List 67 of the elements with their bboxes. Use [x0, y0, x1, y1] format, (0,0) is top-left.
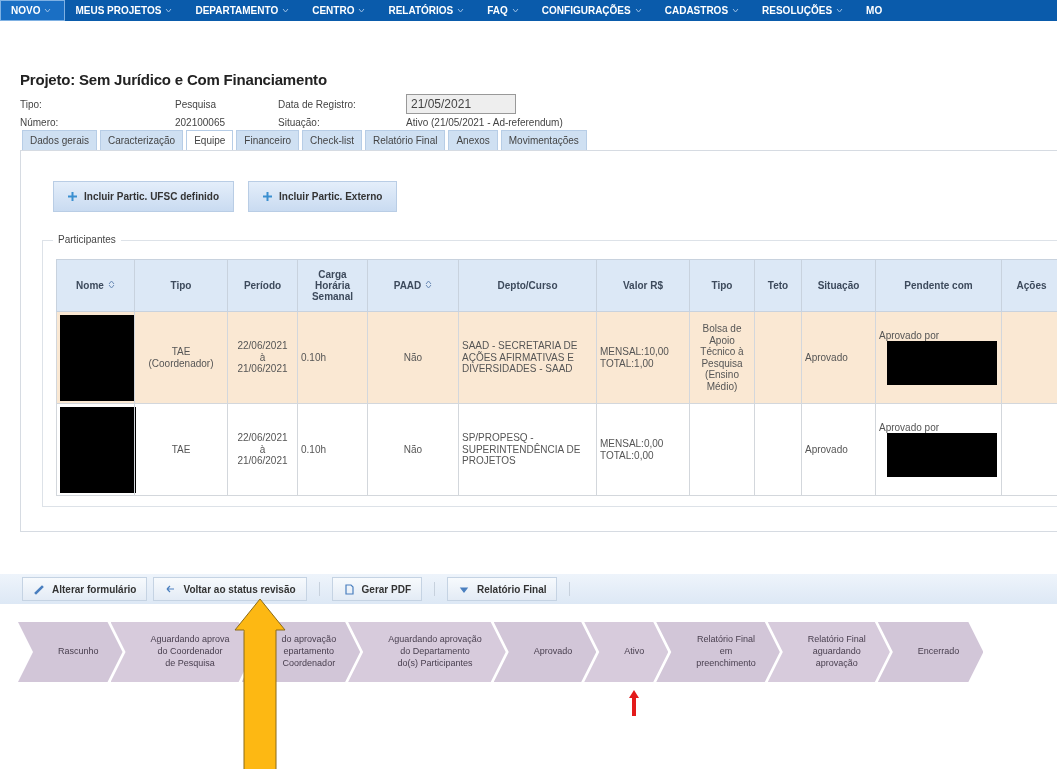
table-cell: SAAD - SECRETARIA DE AÇÕES AFIRMATIVAS E DIVERSIDADES - SAAD: [458, 311, 597, 404]
project-title: Projeto: Sem Jurídico e Com Financiamento: [20, 71, 328, 88]
column-header[interactable]: Nome: [56, 259, 135, 312]
table-cell: Não: [367, 311, 459, 404]
table-cell: 0.10h: [297, 403, 368, 496]
table-cell: 22/06/2021 à 21/06/2021: [237, 340, 288, 375]
tab[interactable]: Movimentações: [500, 130, 587, 150]
menu-item[interactable]: MEUS PROJETOS: [65, 0, 186, 21]
field-label: Situação:: [278, 117, 321, 128]
column-header: Tipo: [689, 259, 755, 312]
table-cell: MENSAL:10,00 TOTAL:1,00: [600, 346, 669, 369]
field-value: Pesquisa: [175, 98, 218, 110]
column-header: Situação: [801, 259, 876, 312]
menu-item[interactable]: DEPARTAMENTO: [185, 0, 303, 21]
tab[interactable]: Financeiro: [236, 130, 300, 150]
toolbar-button[interactable]: Alterar formulário: [22, 577, 148, 601]
tab[interactable]: Dados gerais: [22, 130, 97, 150]
column-header[interactable]: PAAD: [367, 259, 459, 312]
table-cell: Aprovado: [801, 311, 876, 404]
tab[interactable]: Anexos: [448, 130, 498, 150]
column-header: Tipo: [134, 259, 228, 312]
tab[interactable]: Check-list: [302, 130, 362, 150]
tab[interactable]: Caracterização: [99, 130, 184, 150]
column-header: Ações: [1001, 259, 1057, 312]
menu-item[interactable]: CADASTROS: [654, 0, 753, 21]
table-cell: 22/06/2021 à 21/06/2021: [237, 432, 288, 467]
table-cell: TAE (Coordenador): [134, 311, 228, 404]
table-cell: 0.10h: [297, 311, 368, 404]
field-label: Tipo:: [20, 98, 43, 110]
column-header: Carga Horária Semanal: [297, 259, 368, 312]
menu-item[interactable]: MO: [856, 0, 896, 21]
toolbar-button[interactable]: Voltar ao status revisão: [153, 577, 307, 601]
column-header: Depto/Curso: [458, 259, 597, 312]
table-cell: SP/PROPESQ - SUPERINTENDÊNCIA DE PROJETOS: [458, 403, 597, 496]
add-button[interactable]: Incluir Partic. Externo: [248, 181, 398, 212]
field-label: Número:: [20, 117, 60, 128]
field-value: 202100065: [175, 117, 227, 128]
column-header: Pendente com: [875, 259, 1002, 312]
menu-item[interactable]: FAQ: [477, 0, 532, 21]
table-cell: MENSAL:0,00 TOTAL:0,00: [600, 438, 664, 461]
table-row[interactable]: TAE 22/06/2021 à 21/06/2021 0.10h Não SP/PROPESQ - SUPERINTENDÊNCIA DE PROJETOS MENSAL:0,00 TOTAL:0,00 Aprovado Aprovado por: [56, 403, 1057, 496]
menu-item[interactable]: RELATÓRIOS: [378, 0, 478, 21]
toolbar-button[interactable]: Relatório Final: [447, 577, 558, 601]
status-step: Relatório Final em preenchimento: [656, 622, 780, 682]
table-cell: TAE: [134, 403, 228, 496]
table-cell: Aprovado por: [879, 329, 940, 342]
column-header: Teto: [754, 259, 802, 312]
add-button[interactable]: Incluir Partic. UFSC definido: [53, 181, 234, 212]
menu-item[interactable]: NOVO: [0, 0, 66, 21]
column-header: Valor R$: [596, 259, 690, 312]
menu-item[interactable]: CENTRO: [302, 0, 379, 21]
date-field[interactable]: 21/05/2021: [406, 94, 516, 114]
fieldset-legend: Participantes: [53, 234, 121, 245]
menu-item[interactable]: RESOLUÇÕES: [752, 0, 857, 21]
status-step: Encerrado: [877, 622, 984, 682]
table-cell: Aprovado por: [879, 421, 940, 434]
tab[interactable]: Equipe: [186, 130, 234, 150]
status-step: Aguardando aprovação do Departamento do(s) Participantes: [348, 622, 506, 682]
table-cell: Aprovado: [801, 403, 876, 496]
menu-item[interactable]: CONFIGURAÇÕES: [531, 0, 655, 21]
tab[interactable]: Relatório Final: [364, 130, 446, 150]
table-cell-text: Bolsa de Apoio Técnico à Pesquisa (Ensino Médio): [699, 323, 745, 392]
column-header: Período: [227, 259, 298, 312]
field-value: Ativo (21/05/2021 - Ad-referendum): [406, 117, 564, 128]
toolbar-button[interactable]: Gerar PDF: [331, 577, 423, 601]
field-label: Data de Registro:: [278, 98, 357, 110]
table-cell: Não: [367, 403, 459, 496]
